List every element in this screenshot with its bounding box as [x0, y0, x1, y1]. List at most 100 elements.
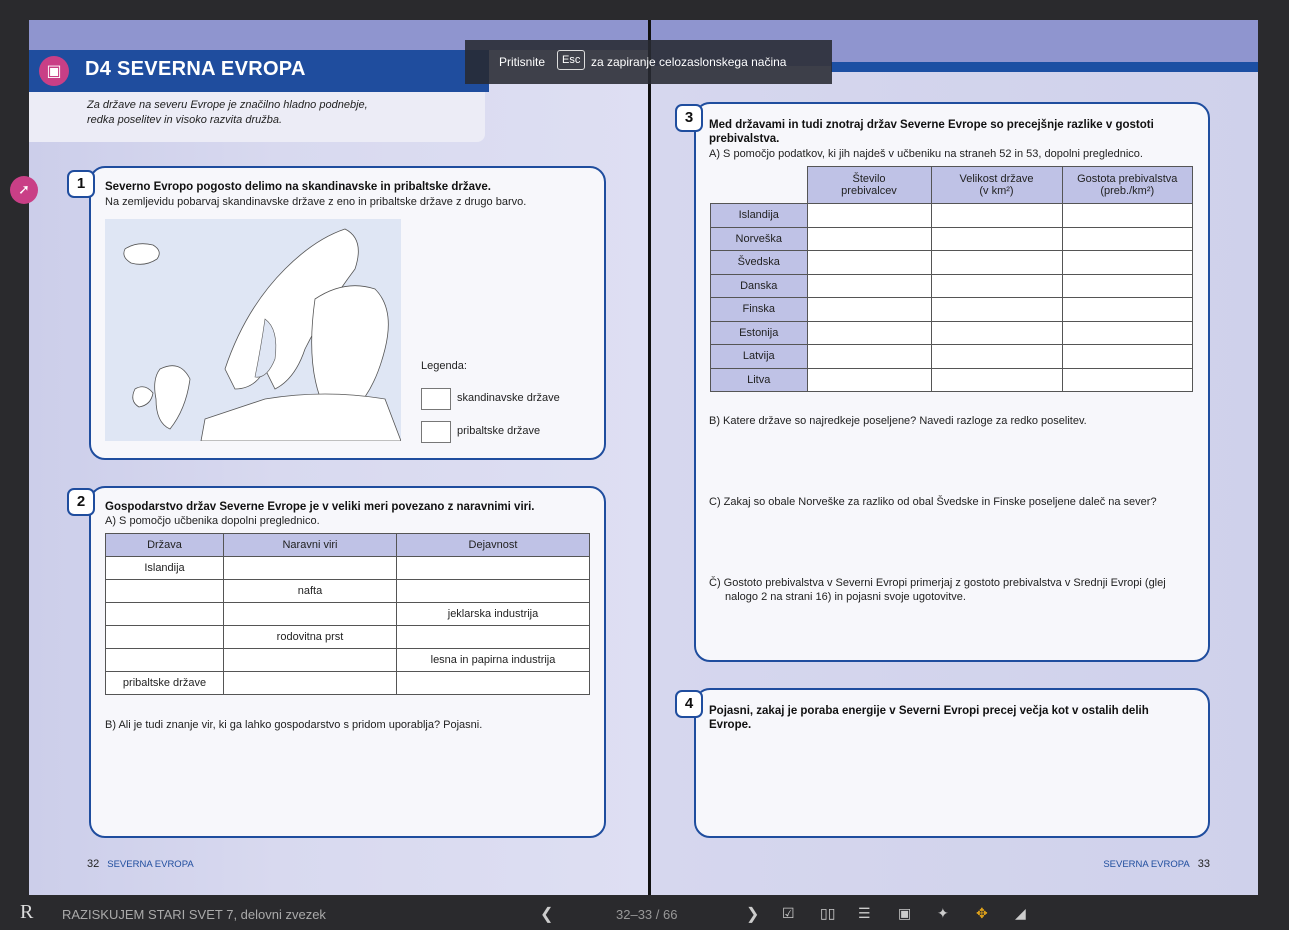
legend-swatch-scandinavian[interactable] — [421, 388, 451, 410]
running-head: SEVERNA EVROPA — [107, 859, 194, 870]
table-header: Država — [105, 533, 224, 557]
table-row-header: Norveška — [710, 226, 808, 251]
task3-part-c: C) Zakaj so obale Norveške za razliko od… — [709, 496, 1157, 508]
task1-number: 1 — [67, 170, 95, 198]
table-cell[interactable] — [930, 250, 1063, 275]
table-cell[interactable] — [1061, 367, 1193, 392]
table-row-header: Estonija — [710, 320, 808, 345]
table-cell[interactable] — [223, 556, 397, 580]
task2-part-a: A) S pomočjo učbenika dopolni preglednic… — [105, 515, 320, 527]
section-title: D4 SEVERNA EVROPA — [85, 58, 306, 80]
table-cell[interactable] — [930, 344, 1063, 369]
book-title: RAZISKUJEM STARI SVET 7, delovni zvezek — [62, 907, 326, 922]
table-cell[interactable] — [1061, 226, 1193, 251]
table-cell[interactable]: rodovitna prst — [223, 625, 397, 649]
task3-part-b: B) Katere države so najredkeje poseljene… — [709, 415, 1087, 427]
table-header: Velikost države (v km²) — [930, 166, 1063, 204]
task3-table: Število prebivalcev Velikost države (v km²… — [710, 166, 1193, 392]
table-cell[interactable] — [396, 579, 590, 603]
task1-text: Na zemljevidu pobarvaj skandinavske drža… — [105, 196, 527, 208]
legend-title: Legenda: — [421, 360, 467, 372]
briefcase-icon[interactable]: ▣ — [898, 905, 911, 922]
table-cell[interactable] — [930, 367, 1063, 392]
running-head: SEVERNA EVROPA — [1103, 859, 1190, 870]
next-page-button[interactable]: ❯ — [746, 904, 759, 924]
table-cell[interactable] — [1061, 273, 1193, 298]
prev-page-button[interactable]: ❮ — [540, 904, 553, 924]
toast-prefix: Pritisnite — [499, 55, 546, 69]
intro-box: Za države na severu Evrope je značilno h… — [29, 92, 485, 142]
table-cell[interactable] — [806, 367, 932, 392]
page-number: 33 — [1197, 858, 1210, 870]
list-icon[interactable]: ☰ — [858, 905, 871, 922]
table-cell[interactable]: jeklarska industrija — [396, 602, 590, 626]
table-cell[interactable] — [223, 671, 397, 695]
table-row-header: Finska — [710, 297, 808, 322]
page-footer-right: SEVERNA EVROPA 33 — [1103, 858, 1210, 870]
legend-label-scandinavian: skandinavske države — [457, 392, 560, 404]
table-cell[interactable] — [105, 602, 224, 626]
table-cell[interactable] — [806, 250, 932, 275]
table-row-header: Islandija — [710, 203, 808, 228]
chevron-right-icon: ❯ — [746, 906, 760, 923]
intro-text: Za države na severu Evrope je značilno h… — [87, 99, 368, 126]
table-cell[interactable] — [223, 602, 397, 626]
task3-title: Med državami in tudi znotraj držav Sever… — [709, 119, 1154, 145]
table-cell[interactable]: Islandija — [105, 556, 224, 580]
legend-swatch-baltic[interactable] — [421, 421, 451, 443]
table-header: Dejavnost — [396, 533, 590, 557]
table-cell[interactable] — [930, 297, 1063, 322]
toast-suffix: za zapiranje celozaslonskega načina — [591, 55, 787, 69]
chevron-left-icon: ❮ — [540, 906, 554, 923]
task2-table: Država Naravni viri Dejavnost Islandija … — [105, 533, 590, 695]
table-cell[interactable] — [1061, 203, 1193, 228]
task4-number: 4 — [675, 690, 703, 718]
table-cell[interactable] — [1061, 320, 1193, 345]
table-cell[interactable] — [223, 648, 397, 672]
table-cell[interactable] — [396, 556, 590, 580]
table-cell[interactable] — [105, 625, 224, 649]
image-icon[interactable]: ▣ — [39, 56, 69, 86]
two-page-icon[interactable]: ▯▯ — [820, 905, 835, 922]
table-header: Število prebivalcev — [806, 166, 932, 204]
right-page: 3 Med državami in tudi znotraj držav Sev… — [651, 20, 1258, 895]
move-icon[interactable]: ✥ — [976, 905, 988, 922]
task3-part-a: A) S pomočjo podatkov, ki jih najdeš v u… — [709, 148, 1143, 160]
page-footer-left: 32 SEVERNA EVROPA — [87, 858, 194, 870]
table-cell[interactable] — [806, 226, 932, 251]
table-cell[interactable] — [930, 203, 1063, 228]
table-cell[interactable] — [930, 273, 1063, 298]
table-cell[interactable] — [396, 671, 590, 695]
table-cell[interactable] — [105, 579, 224, 603]
magic-wand-icon[interactable]: ✦ — [937, 905, 949, 922]
legend-label-baltic: pribaltske države — [457, 425, 541, 437]
app-logo: R — [20, 901, 34, 923]
header-stripe — [831, 62, 1258, 72]
table-cell[interactable] — [930, 226, 1063, 251]
table-cell[interactable] — [806, 203, 932, 228]
table-cell[interactable]: lesna in papirna industrija — [396, 648, 590, 672]
esc-key-badge: Esc — [557, 50, 586, 70]
task2-title: Gospodarstvo držav Severne Evrope je v v… — [105, 501, 535, 513]
table-row-header: Švedska — [710, 250, 808, 275]
checkbox-icon[interactable]: ☑ — [782, 905, 795, 922]
table-cell[interactable] — [806, 273, 932, 298]
fullscreen-exit-toast: Pritisnite Esc za zapiranje celozaslonsk… — [465, 40, 832, 84]
table-row-header: Litva — [710, 367, 808, 392]
table-cell[interactable] — [806, 320, 932, 345]
table-cell[interactable] — [930, 320, 1063, 345]
table-cell[interactable] — [396, 625, 590, 649]
europe-map[interactable] — [105, 219, 401, 441]
table-cell[interactable] — [806, 344, 932, 369]
table-cell[interactable] — [806, 297, 932, 322]
pointer-tool-icon[interactable]: ➚ — [10, 176, 38, 204]
megaphone-icon[interactable]: ◢ — [1015, 905, 1026, 922]
table-header: Gostota prebivalstva (preb./km²) — [1061, 166, 1193, 204]
task2-number: 2 — [67, 488, 95, 516]
table-cell[interactable]: pribaltske države — [105, 671, 224, 695]
table-cell[interactable] — [1061, 250, 1193, 275]
table-cell[interactable]: nafta — [223, 579, 397, 603]
table-cell[interactable] — [105, 648, 224, 672]
table-cell[interactable] — [1061, 297, 1193, 322]
table-cell[interactable] — [1061, 344, 1193, 369]
